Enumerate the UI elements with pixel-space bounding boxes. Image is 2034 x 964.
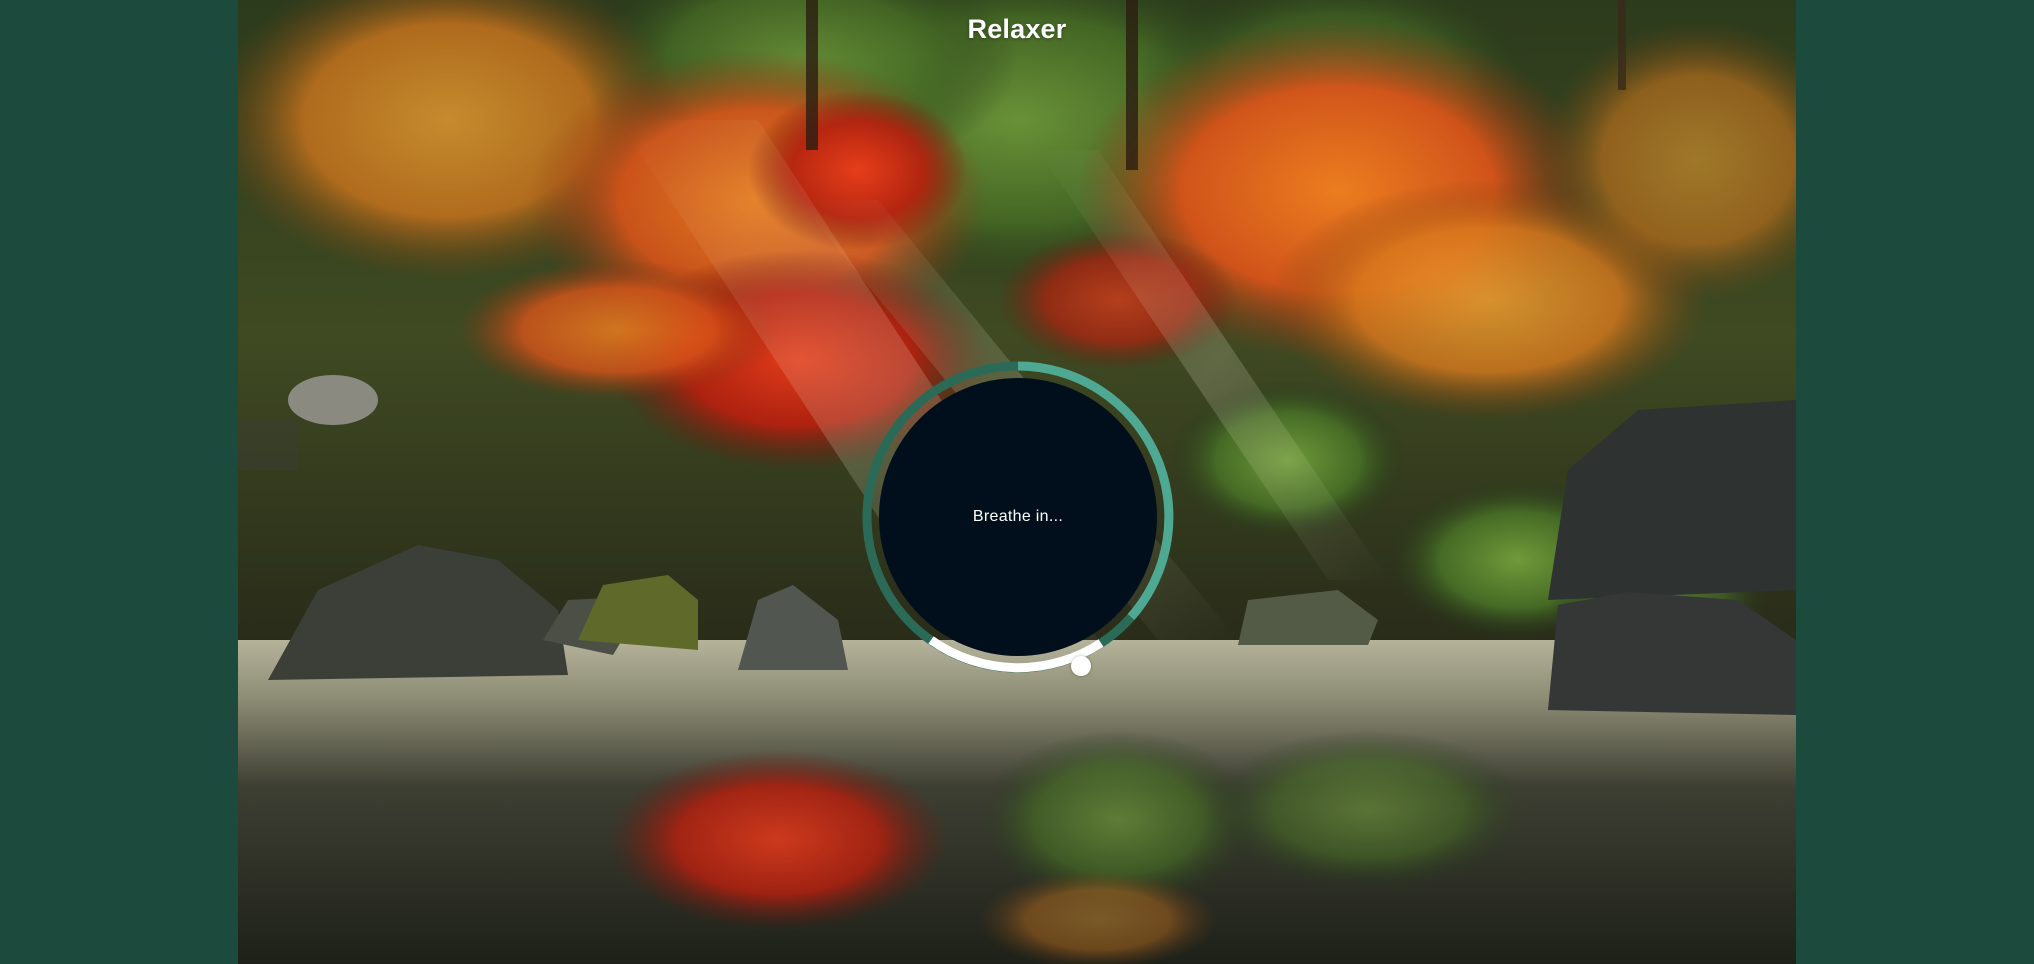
breath-inner-circle: Breathe in... bbox=[879, 378, 1157, 656]
breath-instruction: Breathe in... bbox=[972, 508, 1064, 525]
background-scene: Relaxer Breathe in... bbox=[238, 0, 1796, 964]
pointer-dot-icon bbox=[1071, 656, 1091, 676]
app-title: Relaxer bbox=[967, 14, 1067, 44]
app-page: Relaxer Breathe in... bbox=[0, 0, 2034, 964]
breath-circle: Breathe in... bbox=[862, 361, 1174, 676]
